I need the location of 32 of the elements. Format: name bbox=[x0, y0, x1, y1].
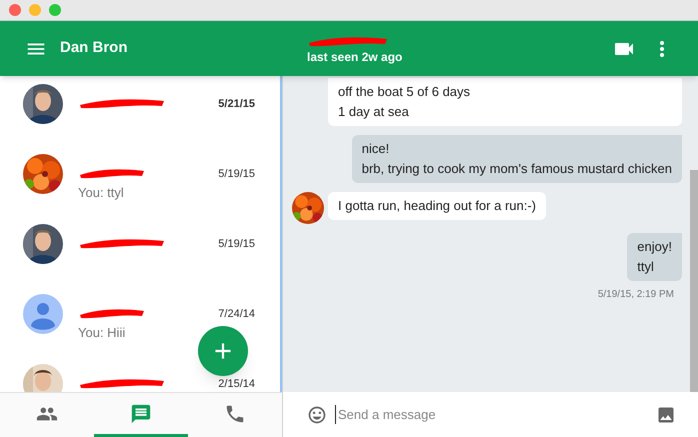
more-options-icon bbox=[660, 40, 664, 56]
message-text: brb, trying to cook my mom's famous mustard chicken bbox=[362, 161, 672, 177]
message-text: 1 day at sea bbox=[338, 104, 410, 120]
message-text: ttyl bbox=[637, 259, 655, 275]
message-timestamp: 5/19/15, 2:19 PM bbox=[598, 288, 674, 302]
message-text: enjoy! bbox=[637, 239, 672, 255]
message-composer[interactable]: Send a message bbox=[283, 392, 698, 437]
message-icon bbox=[130, 402, 152, 424]
message-text: off the boat 5 of 6 days bbox=[338, 84, 472, 100]
conversation-date: 7/24/14 bbox=[218, 307, 255, 322]
image-icon bbox=[656, 404, 676, 424]
conversation-item[interactable]: You: Hiii 7/24/14 bbox=[0, 286, 280, 356]
user-name: Dan Bron bbox=[60, 38, 128, 58]
zoom-window-button[interactable] bbox=[49, 4, 61, 16]
last-seen-status: last seen 2w ago bbox=[307, 48, 404, 66]
message-preview: You: ttyl bbox=[78, 186, 125, 199]
default-avatar-icon bbox=[23, 294, 63, 334]
emoji-icon bbox=[307, 404, 327, 424]
conversation-item[interactable]: 5/21/15 bbox=[0, 76, 280, 146]
conversation-item[interactable]: 5/19/15 bbox=[0, 216, 280, 286]
conversation-date: 5/21/15 bbox=[218, 97, 255, 112]
conversation-date: 5/19/15 bbox=[218, 167, 255, 182]
new-conversation-button[interactable] bbox=[198, 326, 248, 376]
conversation-date: 2/15/14 bbox=[218, 377, 255, 392]
message-text: I gotta run, heading out for a run:-) bbox=[338, 198, 536, 214]
conversation-item[interactable]: You: ttyl 5/19/15 bbox=[0, 146, 280, 216]
conversation-date: 5/19/15 bbox=[218, 237, 255, 252]
scrollbar-thumb[interactable] bbox=[690, 170, 698, 392]
close-window-button[interactable] bbox=[9, 4, 21, 16]
message-text: nice! bbox=[362, 141, 390, 157]
message-preview: You: Hiii bbox=[78, 326, 126, 339]
message-input[interactable]: Send a message bbox=[335, 404, 648, 424]
